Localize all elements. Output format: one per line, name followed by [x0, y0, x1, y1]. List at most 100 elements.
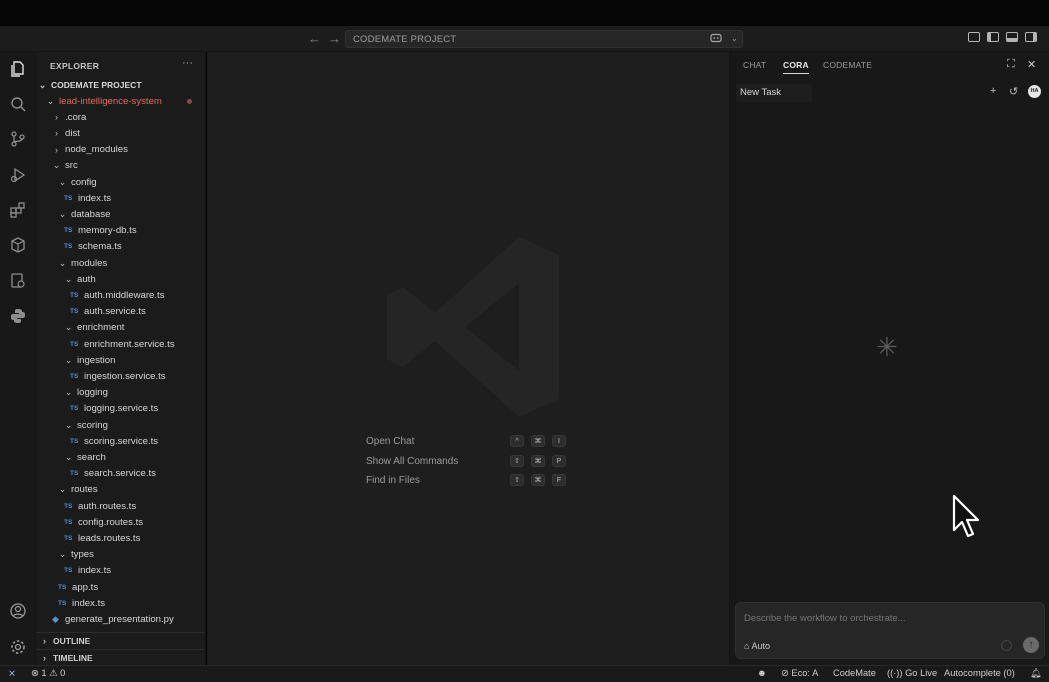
- tree-file[interactable]: TS memory-db.ts: [36, 223, 205, 239]
- tree-file[interactable]: TS index.ts: [36, 595, 205, 611]
- tab-codemate[interactable]: CODEMATE: [823, 60, 872, 70]
- tree-file[interactable]: ◆ generate_presentation.py: [36, 611, 205, 627]
- tree-file[interactable]: TS index.ts: [36, 563, 205, 579]
- close-icon[interactable]: ✕: [1027, 58, 1036, 71]
- extensions-icon[interactable]: [7, 199, 29, 221]
- autocomplete-status[interactable]: Autocomplete (0): [944, 668, 1015, 678]
- shortcut-label: Find in Files: [366, 475, 420, 486]
- tree-file[interactable]: TS scoring.service.ts: [36, 433, 205, 449]
- notifications-bell-icon[interactable]: 🔔︎: [1030, 668, 1042, 679]
- test-icon[interactable]: [7, 270, 29, 292]
- error-count: 1: [41, 668, 47, 678]
- problems-indicator[interactable]: ⊗ 1 ⚠ 0: [31, 668, 65, 679]
- outline-section[interactable]: › OUTLINE: [36, 632, 205, 648]
- run-debug-icon[interactable]: [7, 164, 29, 186]
- mode-selector[interactable]: ⌂ Auto: [744, 641, 770, 651]
- add-icon[interactable]: +: [990, 85, 996, 97]
- tree-folder[interactable]: ⌄ auth: [36, 271, 205, 287]
- tree-folder[interactable]: ⌄ lead-intelligence-system: [36, 93, 205, 109]
- tree-file[interactable]: TS app.ts: [36, 579, 205, 595]
- tree-folder[interactable]: › dist: [36, 125, 205, 141]
- settings-gear-icon[interactable]: [7, 636, 29, 658]
- search-icon[interactable]: [7, 93, 29, 115]
- copilot-status-icon[interactable]: ☻: [757, 668, 767, 678]
- tree-folder[interactable]: ⌄ scoring: [36, 417, 205, 433]
- tree-file[interactable]: TS leads.routes.ts: [36, 530, 205, 546]
- tree-folder[interactable]: ⌄ routes: [36, 482, 205, 498]
- tree-folder[interactable]: › .cora: [36, 109, 205, 125]
- tree-item-label: config.routes.ts: [78, 516, 144, 528]
- tree-folder[interactable]: ⌄ src: [36, 158, 205, 174]
- typescript-file-icon: TS: [70, 437, 79, 445]
- go-live-button[interactable]: ((·)) Go Live: [887, 668, 937, 678]
- tree-item-label: index.ts: [72, 597, 106, 609]
- tree-item-label: config: [71, 176, 97, 188]
- source-control-icon[interactable]: [7, 128, 29, 150]
- tree-file[interactable]: TS search.service.ts: [36, 466, 205, 482]
- tree-file[interactable]: TS config.routes.ts: [36, 514, 205, 530]
- command-center[interactable]: CODEMATE PROJECT ⌄: [345, 30, 743, 48]
- tree-item-label: logging: [77, 387, 108, 399]
- tree-folder[interactable]: ⌄ modules: [36, 255, 205, 271]
- tree-file[interactable]: TS ingestion.service.ts: [36, 368, 205, 384]
- arrow-right-icon[interactable]: →: [328, 31, 341, 46]
- eco-status[interactable]: ⊘ Eco: A: [781, 668, 818, 679]
- maximize-icon[interactable]: ⛶: [1007, 58, 1015, 71]
- typescript-file-icon: TS: [70, 308, 79, 316]
- toggle-panel-icon[interactable]: [1006, 32, 1018, 42]
- tree-file[interactable]: TS index.ts: [36, 190, 205, 206]
- shortcut-label: Open Chat: [366, 436, 415, 447]
- remote-explorer-icon[interactable]: [7, 234, 29, 256]
- tree-file[interactable]: TS enrichment.service.ts: [36, 336, 205, 352]
- send-icon[interactable]: ↑: [1023, 637, 1039, 653]
- key-cap: ⇧: [510, 474, 524, 486]
- typescript-file-icon: TS: [64, 227, 73, 235]
- tree-file[interactable]: TS logging.service.ts: [36, 401, 205, 417]
- chevron-down-icon: ⌄: [52, 160, 61, 171]
- avatar[interactable]: HA: [1028, 85, 1041, 98]
- shortcut-hint[interactable]: Open Chat ^ ⌘ I: [366, 435, 566, 449]
- arrow-left-icon[interactable]: ←: [308, 31, 321, 46]
- tree-folder[interactable]: ⌄ types: [36, 547, 205, 563]
- new-task-tab[interactable]: New Task: [736, 84, 812, 102]
- workflow-input[interactable]: [744, 613, 1024, 624]
- copilot-icon[interactable]: [710, 33, 722, 47]
- tab-chat[interactable]: CHAT: [743, 60, 766, 70]
- top-window-band: [0, 0, 1049, 26]
- timeline-label: TIMELINE: [53, 652, 93, 663]
- tab-cora[interactable]: CORA: [783, 60, 809, 74]
- timeline-section[interactable]: › TIMELINE: [36, 649, 205, 665]
- chevron-down-icon[interactable]: ⌄: [731, 34, 738, 43]
- toggle-primary-sidebar-icon[interactable]: [987, 32, 999, 42]
- workspace-root[interactable]: ⌄ CODEMATE PROJECT: [36, 77, 205, 93]
- chat-input-box: ⌂ Auto ↑: [735, 602, 1045, 659]
- tree-item-label: ingestion.service.ts: [84, 370, 166, 382]
- shortcut-hint[interactable]: Show All Commands ⇧ ⌘ P: [366, 454, 566, 469]
- tree-folder[interactable]: ⌄ search: [36, 449, 205, 465]
- python-icon[interactable]: [7, 305, 29, 327]
- account-icon[interactable]: [7, 600, 29, 622]
- tree-folder[interactable]: ⌄ database: [36, 206, 205, 222]
- tree-file[interactable]: TS auth.middleware.ts: [36, 287, 205, 303]
- more-actions-icon[interactable]: ···: [182, 57, 193, 69]
- tree-folder[interactable]: ⌄ enrichment: [36, 320, 205, 336]
- shortcut-hint[interactable]: Find in Files ⇧ ⌘ F: [366, 474, 566, 488]
- explorer-icon[interactable]: [7, 58, 29, 80]
- tree-file[interactable]: TS auth.routes.ts: [36, 498, 205, 514]
- tree-item-label: enrichment: [77, 322, 125, 334]
- tree-item-label: src: [65, 160, 78, 172]
- tree-folder[interactable]: › node_modules: [36, 142, 205, 158]
- history-icon[interactable]: ↺: [1009, 85, 1018, 98]
- tree-item-label: auth.middleware.ts: [84, 289, 165, 301]
- tree-folder[interactable]: ⌄ logging: [36, 385, 205, 401]
- toggle-secondary-sidebar-icon[interactable]: [1025, 32, 1037, 42]
- tree-folder[interactable]: ⌄ config: [36, 174, 205, 190]
- typescript-file-icon: TS: [70, 372, 79, 380]
- tree-file[interactable]: TS schema.ts: [36, 239, 205, 255]
- tree-file[interactable]: TS auth.service.ts: [36, 304, 205, 320]
- modified-indicator: [187, 99, 192, 104]
- remote-icon[interactable]: ⨯: [8, 668, 16, 679]
- tree-folder[interactable]: ⌄ ingestion: [36, 352, 205, 368]
- codemate-status[interactable]: CodeMate: [833, 668, 876, 678]
- customize-layout-icon[interactable]: [968, 32, 980, 42]
